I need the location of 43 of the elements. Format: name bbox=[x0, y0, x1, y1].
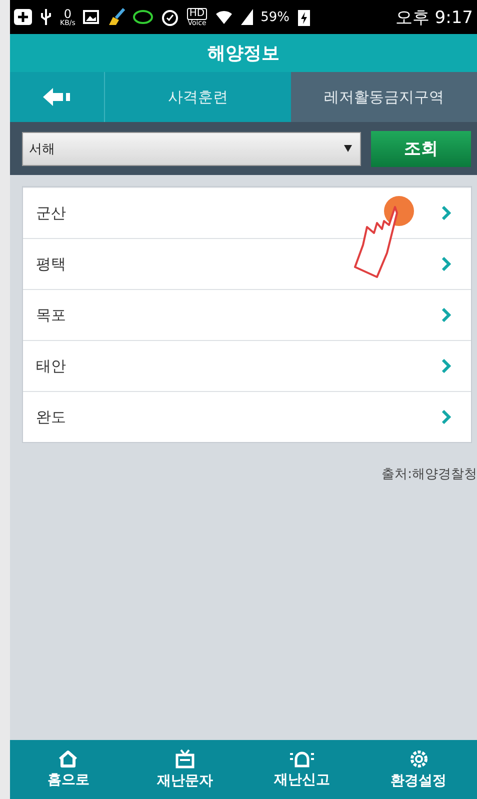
usb-icon bbox=[40, 8, 52, 26]
list-item-label: 평택 bbox=[36, 254, 67, 274]
chevron-right-icon bbox=[441, 206, 451, 220]
nav-item[interactable]: 재난신고 bbox=[244, 740, 360, 799]
battery-icon bbox=[298, 8, 310, 26]
chevron-right-icon bbox=[441, 308, 451, 322]
dropdown-arrow-icon bbox=[344, 145, 352, 152]
region-dropdown[interactable]: 서해 bbox=[22, 132, 361, 166]
tab[interactable]: 레저활동금지구역 bbox=[291, 72, 477, 122]
tv-icon bbox=[175, 749, 196, 769]
search-button[interactable]: 조회 bbox=[371, 130, 471, 166]
speed-value: 0 bbox=[64, 8, 72, 20]
chevron-right-icon bbox=[441, 410, 451, 424]
chevron-right-icon bbox=[441, 359, 451, 373]
list-item[interactable]: 목포 bbox=[23, 289, 471, 340]
signal-icon bbox=[240, 9, 253, 25]
list-item[interactable]: 군산 bbox=[23, 187, 471, 238]
wifi-icon bbox=[214, 9, 233, 25]
battery-percent: 59% bbox=[260, 10, 290, 24]
nav-item[interactable]: 재난문자 bbox=[126, 740, 244, 799]
list-item[interactable]: 태안 bbox=[23, 340, 471, 391]
source-text: 출처:해양경찰청 bbox=[382, 466, 477, 483]
siren-icon bbox=[288, 750, 315, 768]
list-item-label: 태안 bbox=[36, 356, 67, 376]
list-item[interactable]: 완도 bbox=[23, 391, 471, 442]
alarm-icon bbox=[161, 8, 180, 26]
list-item[interactable]: 평택 bbox=[23, 238, 471, 289]
nav-item[interactable]: 홈으로 bbox=[10, 740, 127, 799]
chevron-right-icon bbox=[441, 257, 451, 271]
screen-title: 해양정보 bbox=[208, 42, 280, 65]
list-item-label: 완도 bbox=[36, 408, 67, 426]
broom-icon bbox=[107, 8, 126, 26]
image-icon bbox=[83, 10, 100, 24]
list-item-label: 군산 bbox=[36, 204, 67, 222]
plus-icon bbox=[14, 9, 32, 25]
nav-item[interactable]: 환경설정 bbox=[360, 740, 477, 799]
gear-icon bbox=[408, 749, 429, 769]
chat-icon bbox=[133, 10, 154, 24]
back-arrow-icon bbox=[43, 88, 71, 106]
home-icon bbox=[58, 750, 78, 768]
hd-label: HD bbox=[187, 8, 207, 20]
clock: 오후 9:17 bbox=[395, 6, 473, 28]
list-item-label: 목포 bbox=[36, 306, 67, 324]
